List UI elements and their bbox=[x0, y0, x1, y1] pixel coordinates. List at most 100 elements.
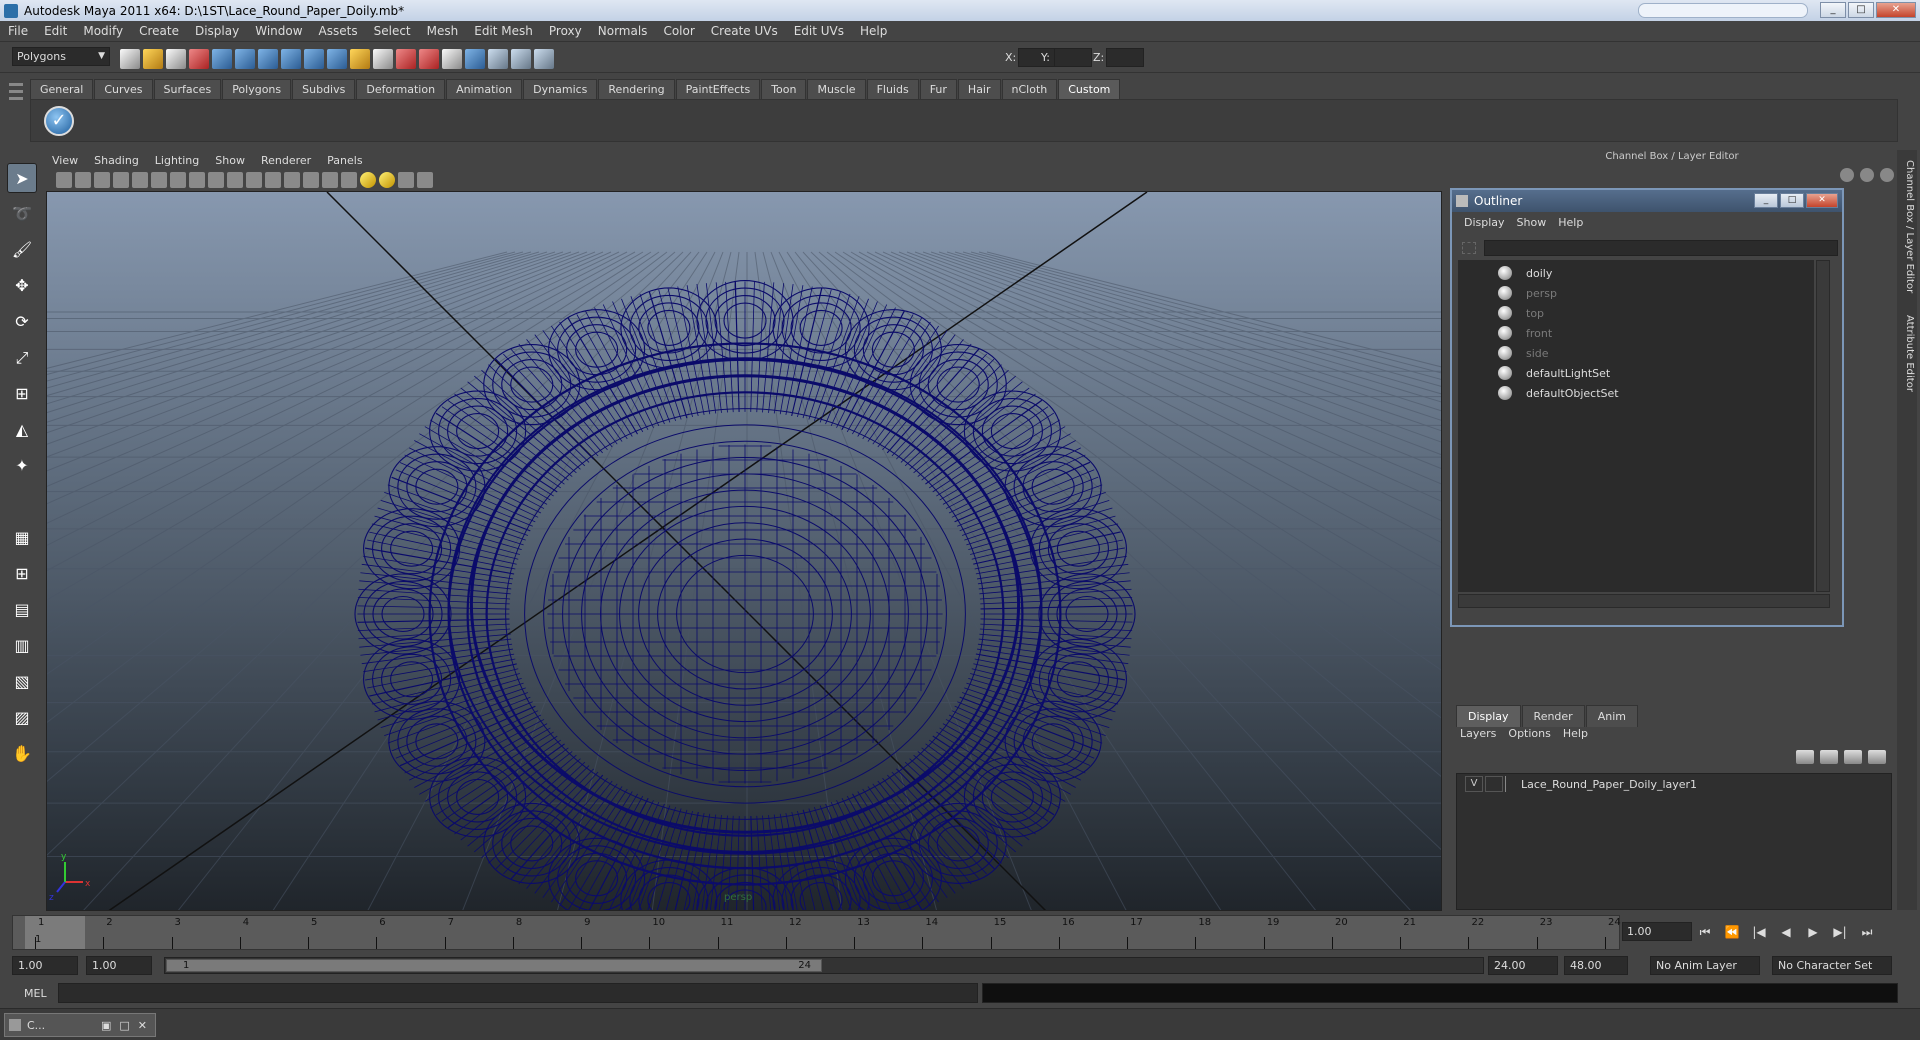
shelf-tab-surfaces[interactable]: Surfaces bbox=[153, 79, 222, 99]
play-backward-icon[interactable]: ◀ bbox=[1777, 923, 1795, 941]
camera-select-icon[interactable] bbox=[56, 172, 72, 188]
ipr-icon[interactable] bbox=[419, 49, 439, 69]
outliner-menu-display[interactable]: Display bbox=[1458, 216, 1511, 229]
outliner-item-defaultobjectset[interactable]: defaultObjectSet bbox=[1498, 384, 1619, 402]
viewport-menu-panels[interactable]: Panels bbox=[319, 154, 370, 167]
attribute-editor-toggle-icon[interactable] bbox=[1860, 168, 1874, 182]
menu-normals[interactable]: Normals bbox=[590, 24, 656, 38]
menu-set-dropdown[interactable]: Polygons ▼ bbox=[12, 47, 110, 66]
hypershade-layout-icon[interactable]: ▧ bbox=[7, 667, 37, 697]
menu-color[interactable]: Color bbox=[655, 24, 702, 38]
outliner-item-doily[interactable]: doily bbox=[1498, 264, 1552, 282]
viewport-menu-shading[interactable]: Shading bbox=[86, 154, 147, 167]
shelf-tab-fur[interactable]: Fur bbox=[919, 79, 957, 99]
isolate-select-icon[interactable] bbox=[379, 172, 395, 188]
current-frame-field[interactable]: 1.00 bbox=[1622, 922, 1692, 941]
range-slider[interactable]: 1 24 bbox=[164, 957, 1484, 974]
snap-point-icon[interactable] bbox=[304, 49, 324, 69]
make-live-icon[interactable] bbox=[350, 49, 370, 69]
menu-edit-mesh[interactable]: Edit Mesh bbox=[466, 24, 541, 38]
search-field[interactable] bbox=[1638, 3, 1808, 18]
save-scene-icon[interactable] bbox=[166, 49, 186, 69]
menu-assets[interactable]: Assets bbox=[311, 24, 366, 38]
play-forward-icon[interactable]: ▶ bbox=[1804, 923, 1822, 941]
menu-proxy[interactable]: Proxy bbox=[541, 24, 590, 38]
outliner-item-persp[interactable]: persp bbox=[1498, 284, 1557, 302]
layer-tab-render[interactable]: Render bbox=[1521, 705, 1585, 727]
playback-start-field[interactable]: 1.00 bbox=[86, 956, 152, 975]
restore-icon[interactable]: ▣ bbox=[101, 1019, 111, 1032]
outliner-item-front[interactable]: front bbox=[1498, 324, 1552, 342]
lasso-tool-icon[interactable]: ➰ bbox=[7, 199, 37, 229]
wireframe-on-shaded-icon[interactable] bbox=[303, 172, 319, 188]
snap-plane-icon[interactable] bbox=[327, 49, 347, 69]
history-icon[interactable] bbox=[373, 49, 393, 69]
command-input[interactable] bbox=[58, 983, 978, 1003]
open-scene-icon[interactable] bbox=[143, 49, 163, 69]
field-chart-icon[interactable] bbox=[208, 172, 224, 188]
render-settings-icon[interactable] bbox=[442, 49, 462, 69]
maximize-button[interactable]: □ bbox=[1848, 2, 1874, 18]
shadows-icon[interactable] bbox=[398, 172, 414, 188]
outliner-layout-icon[interactable]: ▤ bbox=[7, 595, 37, 625]
outliner-item-top[interactable]: top bbox=[1498, 304, 1544, 322]
checkmark-shelf-icon[interactable]: ✓ bbox=[44, 106, 74, 136]
layer-menu-options[interactable]: Options bbox=[1504, 727, 1558, 740]
menu-mesh[interactable]: Mesh bbox=[419, 24, 467, 38]
x-field[interactable] bbox=[1018, 48, 1056, 67]
viewport-menu-view[interactable]: View bbox=[44, 154, 86, 167]
shelf-tab-animation[interactable]: Animation bbox=[446, 79, 523, 99]
command-language-label[interactable]: MEL bbox=[24, 987, 47, 1000]
shelf-tab-ncloth[interactable]: nCloth bbox=[1001, 79, 1058, 99]
render-icon[interactable] bbox=[396, 49, 416, 69]
shelf-tab-subdivs[interactable]: Subdivs bbox=[292, 79, 356, 99]
snap-grid-icon[interactable] bbox=[258, 49, 278, 69]
shelf-tab-muscle[interactable]: Muscle bbox=[807, 79, 866, 99]
safe-title-icon[interactable] bbox=[246, 172, 262, 188]
outliner-menu-show[interactable]: Show bbox=[1511, 216, 1553, 229]
menu-modify[interactable]: Modify bbox=[75, 24, 131, 38]
menu-window[interactable]: Window bbox=[247, 24, 310, 38]
outliner-vertical-scrollbar[interactable] bbox=[1816, 260, 1830, 592]
shelf-tab-painteffects[interactable]: PaintEffects bbox=[675, 79, 761, 99]
snap-curve-icon[interactable] bbox=[281, 49, 301, 69]
go-to-start-icon[interactable]: ⏮ bbox=[1696, 923, 1714, 941]
shelf-tab-rendering[interactable]: Rendering bbox=[598, 79, 675, 99]
viewport-menu-renderer[interactable]: Renderer bbox=[253, 154, 319, 167]
new-scene-icon[interactable] bbox=[120, 49, 140, 69]
shelf-tab-curves[interactable]: Curves bbox=[94, 79, 153, 99]
paint-select-icon[interactable]: 🖌 bbox=[7, 235, 37, 265]
select-by-object-icon[interactable] bbox=[212, 49, 232, 69]
shelf-tab-polygons[interactable]: Polygons bbox=[222, 79, 292, 99]
tool-settings-toggle-icon[interactable] bbox=[1880, 168, 1894, 182]
shelf-tab-general[interactable]: General bbox=[30, 79, 94, 99]
maximize-icon[interactable]: □ bbox=[119, 1019, 129, 1032]
tool-settings-icon[interactable] bbox=[511, 49, 531, 69]
shelf-tab-dynamics[interactable]: Dynamics bbox=[523, 79, 598, 99]
time-slider[interactable]: 1 2 3 4 5 6 7 8 9 10 11 12 13 14 15 16 17 18 19 20 21 22 23 24 1 bbox=[12, 915, 1621, 950]
layer-tab-display[interactable]: Display bbox=[1456, 705, 1521, 727]
layer-tab-anim[interactable]: Anim bbox=[1585, 705, 1638, 727]
layer-move-up-icon[interactable] bbox=[1844, 750, 1862, 764]
outliner-horizontal-scrollbar[interactable] bbox=[1458, 594, 1830, 608]
viewport-menu-show[interactable]: Show bbox=[207, 154, 253, 167]
default-light-icon[interactable] bbox=[341, 172, 357, 188]
select-by-hierarchy-icon[interactable] bbox=[189, 49, 209, 69]
minimize-button[interactable]: _ bbox=[1820, 2, 1846, 18]
outliner-menu-help[interactable]: Help bbox=[1552, 216, 1589, 229]
go-to-end-icon[interactable]: ⏭ bbox=[1858, 923, 1876, 941]
menu-help[interactable]: Help bbox=[852, 24, 895, 38]
outliner-item-defaultlightset[interactable]: defaultLightSet bbox=[1498, 364, 1610, 382]
move-tool-icon[interactable]: ✥ bbox=[7, 271, 37, 301]
camera-attributes-icon[interactable] bbox=[75, 172, 91, 188]
smooth-shade-icon[interactable] bbox=[284, 172, 300, 188]
range-slider-handle[interactable]: 1 24 bbox=[166, 959, 822, 972]
shelf-tab-fluids[interactable]: Fluids bbox=[866, 79, 919, 99]
layer-visibility-toggle[interactable]: V bbox=[1465, 776, 1483, 792]
grid-icon[interactable] bbox=[132, 172, 148, 188]
xray-icon[interactable] bbox=[322, 172, 338, 188]
outliner-maximize-button[interactable]: □ bbox=[1780, 193, 1804, 208]
anim-layer-dropdown[interactable]: No Anim Layer bbox=[1650, 956, 1760, 975]
safe-action-icon[interactable] bbox=[227, 172, 243, 188]
viewport-menu-lighting[interactable]: Lighting bbox=[147, 154, 207, 167]
